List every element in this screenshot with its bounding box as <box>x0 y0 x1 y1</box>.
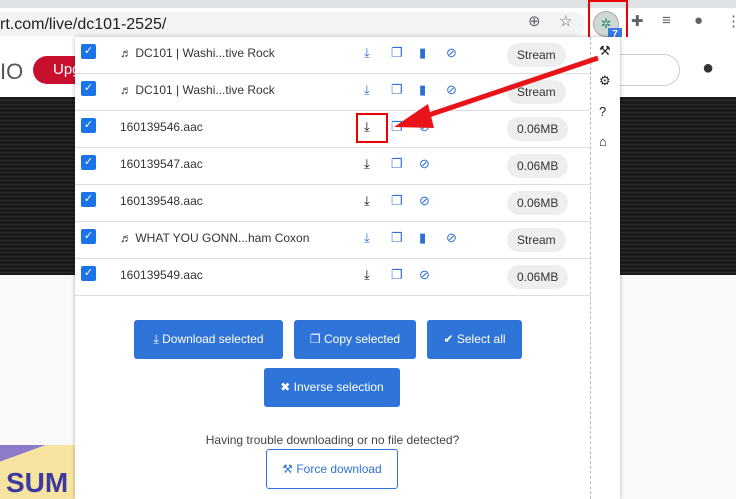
size-badge: Stream <box>507 228 566 252</box>
copy-icon[interactable]: ❐ <box>391 230 403 246</box>
list-item: ✓ 160139547.aac ⤓ ❐ ⊘ 0.06MB <box>75 148 590 185</box>
size-badge: 0.06MB <box>507 154 569 178</box>
copy-icon[interactable]: ❐ <box>391 82 403 98</box>
file-name: ♬ DC101 | Washi...tive Rock <box>120 46 275 60</box>
row-checkbox[interactable]: ✓ <box>81 229 96 244</box>
download-selected-button[interactable]: ⤓ Download selected <box>134 320 283 359</box>
copy-icon[interactable]: ❐ <box>391 156 403 172</box>
file-name: 160139547.aac <box>120 157 203 171</box>
block-icon[interactable]: ⊘ <box>446 45 457 61</box>
file-icon[interactable]: ▮ <box>419 230 426 246</box>
url-text: rt.com/live/dc101-2525/ <box>0 16 167 33</box>
address-bar[interactable]: rt.com/live/dc101-2525/ <box>0 12 585 36</box>
copy-icon[interactable]: ❐ <box>391 45 403 61</box>
download-icon[interactable]: ⤓ <box>364 267 370 283</box>
row-checkbox[interactable]: ✓ <box>81 266 96 281</box>
copy-icon[interactable]: ❐ <box>391 267 403 283</box>
download-icon[interactable]: ⤓ <box>364 193 370 209</box>
download-icon[interactable]: ⤓ <box>364 230 370 246</box>
label: Select all <box>456 332 506 346</box>
site-logo: IO <box>0 59 24 84</box>
block-icon[interactable]: ⊘ <box>419 119 430 135</box>
block-icon[interactable]: ⊘ <box>419 156 430 172</box>
download-icon[interactable]: ⤓ <box>364 45 370 61</box>
side-toolbar: ⚒ ⚙ ? ⌂ <box>590 37 620 499</box>
block-icon[interactable]: ⊘ <box>419 193 430 209</box>
file-name: 160139549.aac <box>120 268 203 282</box>
row-checkbox[interactable]: ✓ <box>81 192 96 207</box>
downloader-popup: ✓ ♬ DC101 | Washi...tive Rock ⤓ ❐ ▮ ⊘ St… <box>75 37 620 499</box>
file-name: ♬ WHAT YOU GONN...ham Coxon <box>120 231 310 245</box>
size-badge: 0.06MB <box>507 191 569 215</box>
file-icon[interactable]: ▮ <box>419 82 426 98</box>
copy-icon[interactable]: ❐ <box>391 193 403 209</box>
profile-icon[interactable]: ● <box>694 12 703 29</box>
label: Inverse selection <box>293 380 384 394</box>
size-badge: 0.06MB <box>507 265 569 289</box>
add-icon[interactable]: ⊕ <box>528 12 541 30</box>
copy-icon[interactable]: ❐ <box>391 119 403 135</box>
label: Download selected <box>162 332 264 346</box>
search-input[interactable] <box>610 54 680 86</box>
size-badge: Stream <box>507 43 566 67</box>
list-item: ✓ ♬ WHAT YOU GONN...ham Coxon ⤓ ❐ ▮ ⊘ St… <box>75 222 590 259</box>
row-checkbox[interactable]: ✓ <box>81 44 96 59</box>
file-icon[interactable]: ▮ <box>419 45 426 61</box>
inverse-selection-button[interactable]: ✖ Inverse selection <box>264 368 400 407</box>
list-item: ✓ 160139549.aac ⤓ ❐ ⊘ 0.06MB <box>75 259 590 296</box>
file-name: 160139546.aac <box>120 120 203 134</box>
size-badge: 0.06MB <box>507 117 569 141</box>
copy-selected-button[interactable]: ❐ Copy selected <box>294 320 416 359</box>
list-item: ✓ ♬ DC101 | Washi...tive Rock ⤓ ❐ ▮ ⊘ St… <box>75 74 590 111</box>
list-item: ✓ 160139546.aac ⤓ ❐ ⊘ 0.06MB <box>75 111 590 148</box>
puzzle-icon[interactable]: ✚ <box>631 12 644 30</box>
menu-icon[interactable]: ⋮ <box>726 12 736 30</box>
help-icon[interactable]: ? <box>599 104 606 119</box>
row-checkbox[interactable]: ✓ <box>81 155 96 170</box>
star-icon[interactable]: ☆ <box>559 12 572 30</box>
row-checkbox[interactable]: ✓ <box>81 118 96 133</box>
row-checkbox[interactable]: ✓ <box>81 81 96 96</box>
block-icon[interactable]: ⊘ <box>446 230 457 246</box>
trouble-text: Having trouble downloading or no file de… <box>205 433 460 447</box>
highlight-download <box>356 113 388 143</box>
select-all-button[interactable]: ✔ Select all <box>427 320 522 359</box>
gear-icon[interactable]: ⚙ <box>599 73 611 89</box>
hammer-icon[interactable]: ⚒ <box>599 43 611 59</box>
file-name: ♬ DC101 | Washi...tive Rock <box>120 83 275 97</box>
home-icon[interactable]: ⌂ <box>599 134 607 149</box>
list-item: ✓ 160139548.aac ⤓ ❐ ⊘ 0.06MB <box>75 185 590 222</box>
list-item: ✓ ♬ DC101 | Washi...tive Rock ⤓ ❐ ▮ ⊘ St… <box>75 37 590 74</box>
media-icon[interactable]: ≡ <box>662 12 671 29</box>
file-name: 160139548.aac <box>120 194 203 208</box>
block-icon[interactable]: ⊘ <box>446 82 457 98</box>
label: Force download <box>296 462 382 476</box>
highlight-extension <box>588 0 628 42</box>
download-icon[interactable]: ⤓ <box>364 156 370 172</box>
promo-image: SUM <box>0 445 80 499</box>
block-icon[interactable]: ⊘ <box>419 267 430 283</box>
user-icon[interactable]: ● <box>702 57 714 80</box>
label: Copy selected <box>324 332 401 346</box>
download-icon[interactable]: ⤓ <box>364 82 370 98</box>
force-download-button[interactable]: ⚒ Force download <box>266 449 398 489</box>
size-badge: Stream <box>507 80 566 104</box>
